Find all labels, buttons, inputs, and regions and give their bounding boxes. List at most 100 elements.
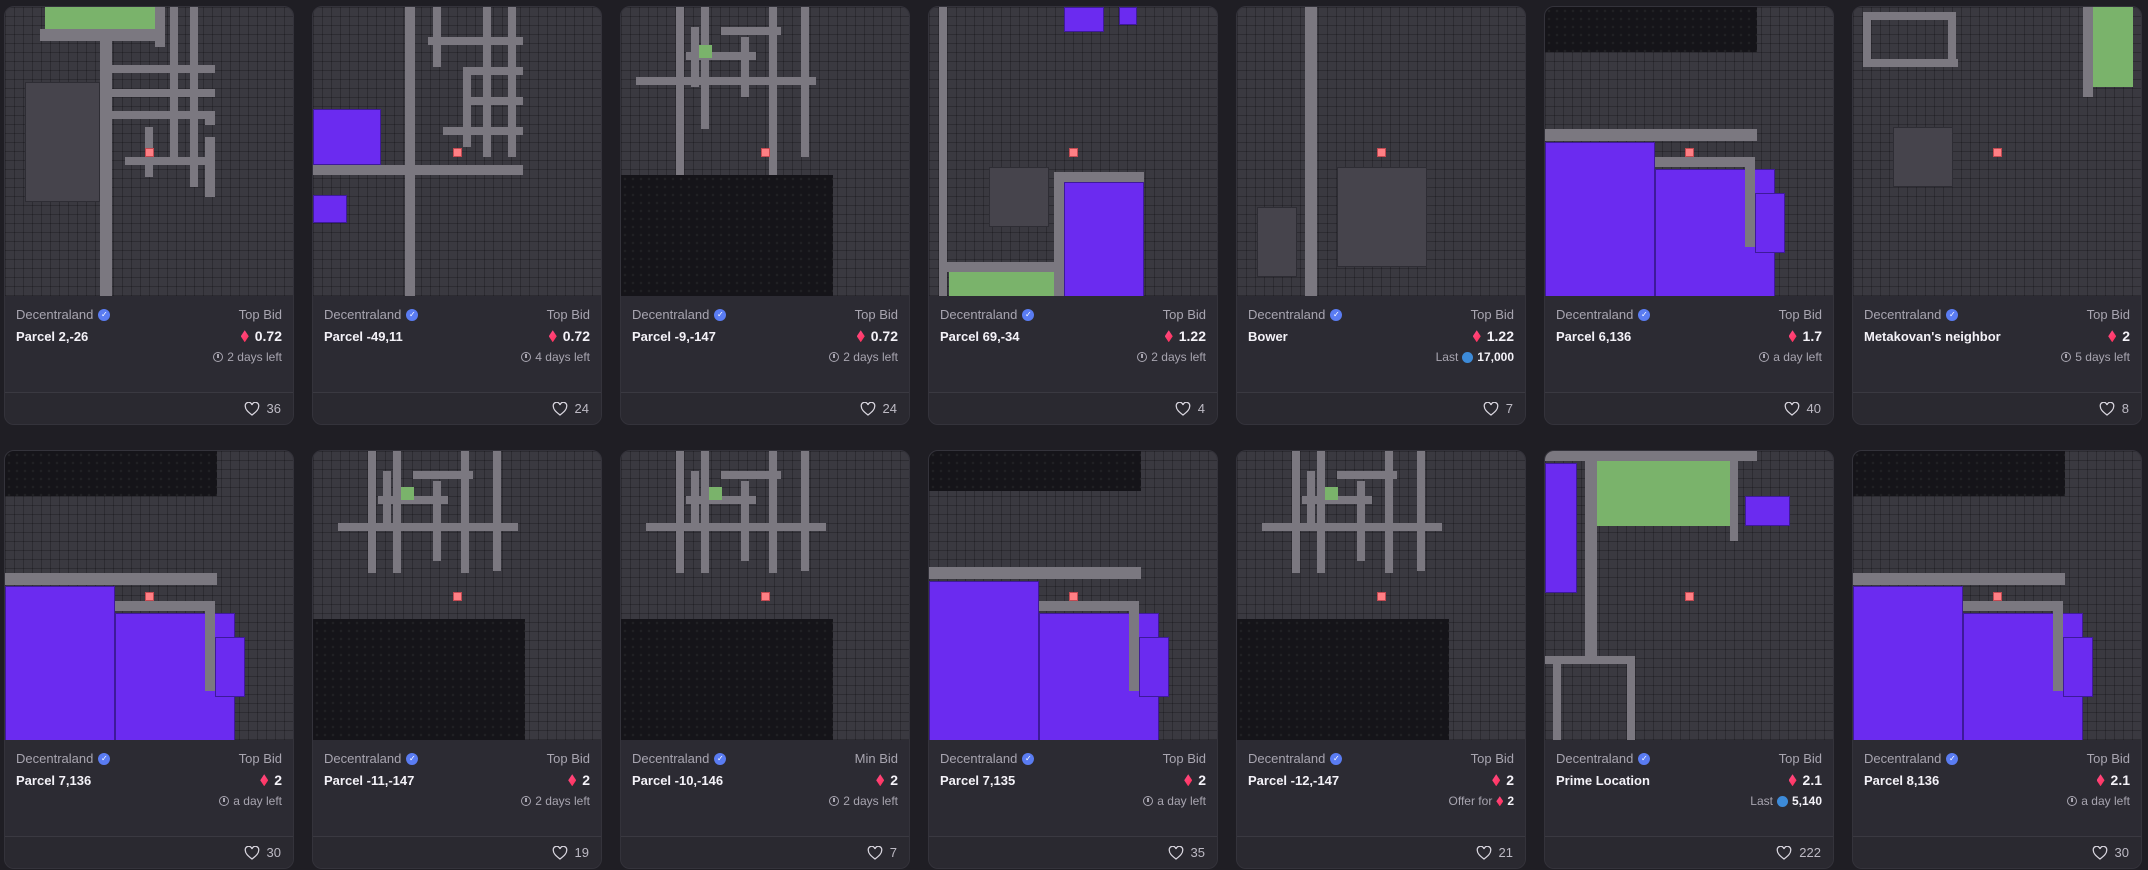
collection-label[interactable]: Decentraland ✓ <box>1864 751 1959 767</box>
map-void-block <box>621 175 833 297</box>
heart-icon[interactable] <box>2099 401 2115 416</box>
parcel-card[interactable]: Decentraland ✓ Top Bid Parcel -9,-147 0.… <box>620 6 910 425</box>
parcel-card[interactable]: Decentraland ✓ Top Bid Parcel -11,-147 2… <box>312 450 602 869</box>
heart-icon[interactable] <box>552 845 568 860</box>
heart-icon[interactable] <box>867 845 883 860</box>
parcel-location-marker <box>453 592 462 601</box>
map-estate-block <box>1064 182 1144 297</box>
bid-type-label: Top Bid <box>1162 751 1206 767</box>
map-estate-block <box>1545 463 1577 593</box>
card-info: Decentraland ✓ Top Bid Parcel 7,135 2 a … <box>929 740 1217 836</box>
map-estate-block <box>929 581 1039 741</box>
price-value: 2 <box>890 772 898 789</box>
collection-label[interactable]: Decentraland ✓ <box>632 307 727 322</box>
collection-label[interactable]: Decentraland ✓ <box>1556 307 1651 322</box>
collection-name: Decentraland <box>632 751 710 767</box>
mana-diamond-icon <box>856 330 865 343</box>
collection-label[interactable]: Decentraland ✓ <box>1248 307 1343 322</box>
heart-icon[interactable] <box>1175 401 1191 416</box>
heart-icon[interactable] <box>860 401 876 416</box>
collection-label[interactable]: Decentraland ✓ <box>324 307 419 322</box>
map-road-block <box>676 7 684 175</box>
map-district-block <box>25 82 100 202</box>
map-estate-block <box>1139 637 1169 697</box>
map-district-block <box>1337 167 1427 267</box>
collection-label[interactable]: Decentraland ✓ <box>16 751 111 766</box>
parcel-card[interactable]: Decentraland ✓ Top Bid Parcel 2,-26 0.72… <box>4 6 294 425</box>
price: 2.1 <box>2096 772 2130 788</box>
heart-icon[interactable] <box>244 401 260 416</box>
collection-label[interactable]: Decentraland ✓ <box>940 307 1035 323</box>
parcel-card[interactable]: Decentraland ✓ Top Bid Metakovan's neigh… <box>1852 6 2142 425</box>
collection-name: Decentraland <box>940 307 1018 323</box>
map-road-block <box>636 77 816 85</box>
card-subinfo: Last 5,140 <box>1556 794 1822 808</box>
parcel-location-marker <box>145 592 154 601</box>
collection-label[interactable]: Decentraland ✓ <box>16 307 111 323</box>
parcel-card[interactable]: Decentraland ✓ Top Bid Parcel 7,135 2 a … <box>928 450 1218 869</box>
card-footer: 7 <box>1237 392 1525 424</box>
collection-name: Decentraland <box>16 307 94 323</box>
clock-icon <box>2067 796 2078 807</box>
card-subinfo: a day left <box>940 794 1206 808</box>
collection-name: Decentraland <box>1864 751 1942 767</box>
parcel-card[interactable]: Decentraland ✓ Top Bid Parcel 8,136 2.1 … <box>1852 450 2142 869</box>
map-road-block <box>939 262 1059 272</box>
verified-check-icon: ✓ <box>714 308 727 321</box>
card-info: Decentraland ✓ Top Bid Metakovan's neigh… <box>1853 296 2141 392</box>
parcel-map-thumbnail <box>5 451 293 741</box>
map-road-block <box>433 481 441 561</box>
parcel-card[interactable]: Decentraland ✓ Top Bid Parcel 7,136 2 a … <box>4 450 294 869</box>
collection-label[interactable]: Decentraland ✓ <box>324 751 419 766</box>
parcel-card[interactable]: Decentraland ✓ Top Bid Prime Location 2.… <box>1544 450 1834 869</box>
collection-label[interactable]: Decentraland ✓ <box>632 751 727 767</box>
heart-icon[interactable] <box>1168 845 1184 860</box>
heart-icon[interactable] <box>552 401 568 416</box>
clock-icon <box>1137 352 1148 363</box>
last-sale-label: Last <box>1750 794 1773 809</box>
parcel-card[interactable]: Decentraland ✓ Top Bid Parcel -12,-147 2… <box>1236 450 1526 869</box>
bid-type-label: Top Bid <box>546 307 590 323</box>
card-subinfo: 2 days left <box>632 350 898 364</box>
parcel-card[interactable]: Decentraland ✓ Min Bid Parcel -10,-146 2… <box>620 450 910 869</box>
map-road-block <box>1305 7 1317 297</box>
map-road-block <box>801 451 809 571</box>
parcel-card[interactable]: Decentraland ✓ Top Bid Parcel -49,11 0.7… <box>312 6 602 425</box>
map-district-block <box>1893 127 1953 187</box>
heart-icon[interactable] <box>244 845 260 860</box>
map-road-block <box>100 29 112 297</box>
time-left: a day left <box>233 794 282 809</box>
like-count: 40 <box>1806 401 1821 417</box>
card-footer: 30 <box>5 836 293 868</box>
card-footer: 21 <box>1237 836 1525 868</box>
map-road-block <box>112 111 215 119</box>
heart-icon[interactable] <box>1483 401 1499 416</box>
heart-icon[interactable] <box>1476 845 1492 860</box>
time-left: 2 days left <box>843 350 898 365</box>
map-plaza-block <box>709 487 722 500</box>
map-road-block <box>929 567 1141 579</box>
map-estate-block <box>215 637 245 697</box>
parcel-card[interactable]: Decentraland ✓ Top Bid Parcel 69,-34 1.2… <box>928 6 1218 425</box>
map-road-block <box>701 7 709 129</box>
map-road-block <box>338 523 518 531</box>
bid-type-label: Top Bid <box>1778 307 1822 323</box>
clock-icon <box>1759 352 1770 363</box>
mana-diamond-icon <box>1184 774 1193 787</box>
map-road-block <box>701 451 709 573</box>
collection-label[interactable]: Decentraland ✓ <box>1248 751 1343 766</box>
collection-label[interactable]: Decentraland ✓ <box>1556 751 1651 766</box>
collection-label[interactable]: Decentraland ✓ <box>940 751 1035 766</box>
map-road-block <box>405 7 415 297</box>
map-estate-block <box>2063 637 2093 697</box>
heart-icon[interactable] <box>1776 845 1792 860</box>
parcel-name: Bower <box>1248 328 1288 344</box>
collection-label[interactable]: Decentraland ✓ <box>1864 307 1959 322</box>
heart-icon[interactable] <box>2092 845 2108 860</box>
parcel-card[interactable]: Decentraland ✓ Top Bid Parcel 6,136 1.7 … <box>1544 6 1834 425</box>
price-value: 1.22 <box>1486 328 1514 345</box>
parcel-card[interactable]: Decentraland ✓ Top Bid Bower 1.22 Last 17… <box>1236 6 1526 425</box>
nft-card-grid: Decentraland ✓ Top Bid Parcel 2,-26 0.72… <box>4 6 2142 869</box>
heart-icon[interactable] <box>1784 401 1800 416</box>
map-road-block <box>1545 451 1757 461</box>
